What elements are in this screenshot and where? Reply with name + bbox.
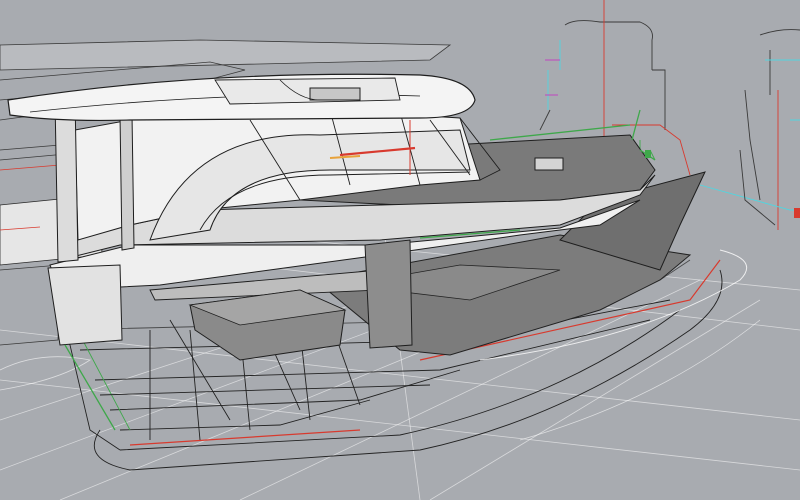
green-marker: [645, 150, 651, 158]
aft-post-inner: [119, 113, 135, 251]
cad-3d-viewport[interactable]: [0, 0, 800, 500]
forward-block: [47, 264, 123, 346]
roof-upper-panel: [214, 77, 401, 105]
deck-hatch-forward: [534, 157, 564, 171]
support-column: [364, 239, 413, 349]
aft-post: [54, 97, 79, 263]
roof-hatch: [309, 87, 361, 101]
